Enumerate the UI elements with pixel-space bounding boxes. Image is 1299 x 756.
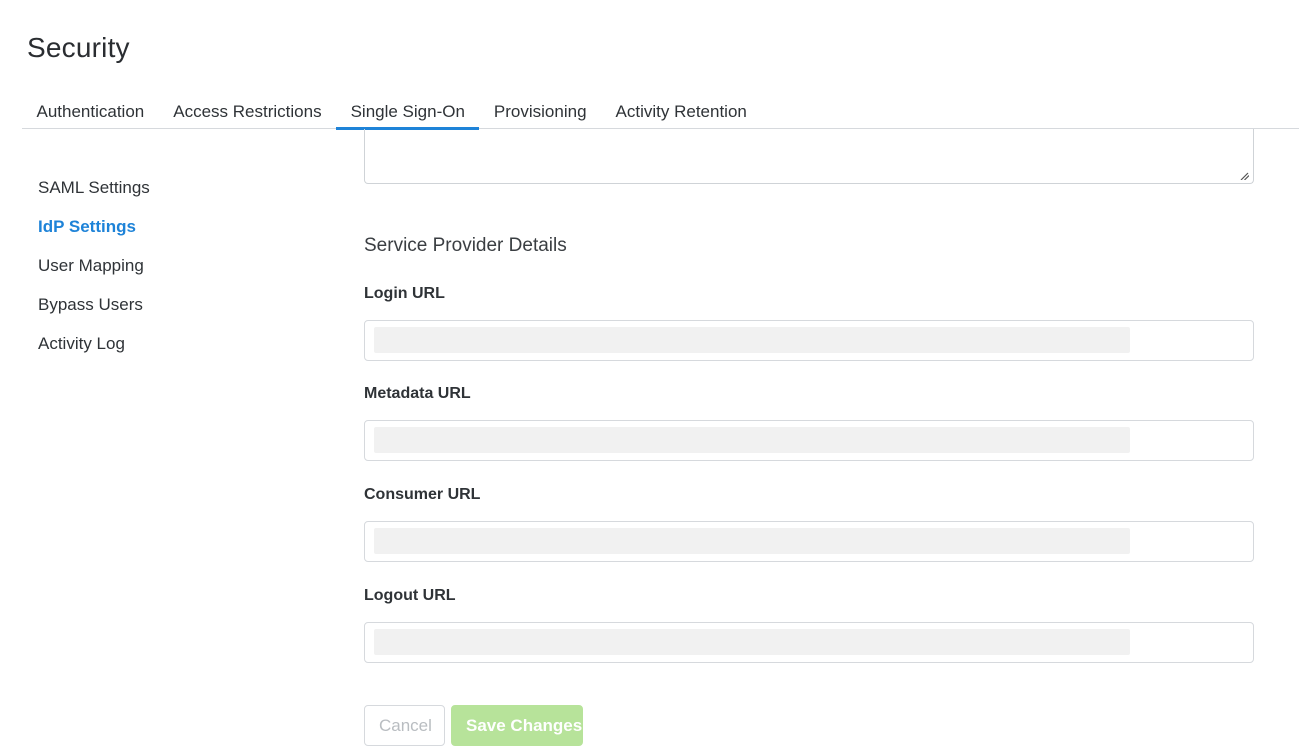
- certificate-textarea[interactable]: [364, 129, 1254, 184]
- login-url-value: [374, 327, 1130, 353]
- tab-activity-retention[interactable]: Activity Retention: [601, 96, 761, 128]
- tab-access-restrictions[interactable]: Access Restrictions: [159, 96, 336, 128]
- tab-bar: Authentication Access Restrictions Singl…: [22, 96, 1299, 130]
- metadata-url-label: Metadata URL: [364, 385, 471, 402]
- sidebar-item-bypass-users[interactable]: Bypass Users: [38, 293, 150, 332]
- logout-url-value: [374, 629, 1130, 655]
- metadata-url-field[interactable]: [364, 420, 1254, 461]
- tab-authentication[interactable]: Authentication: [22, 96, 159, 128]
- login-url-label: Login URL: [364, 285, 445, 302]
- tab-single-sign-on[interactable]: Single Sign-On: [336, 96, 480, 130]
- section-title-service-provider: Service Provider Details: [364, 235, 567, 256]
- sidebar-item-activity-log[interactable]: Activity Log: [38, 332, 150, 371]
- metadata-url-value: [374, 427, 1130, 453]
- logout-url-label: Logout URL: [364, 587, 456, 604]
- security-page: Security Authentication Access Restricti…: [0, 0, 1299, 756]
- tab-provisioning[interactable]: Provisioning: [479, 96, 601, 128]
- form-actions: Cancel Save Changes: [364, 705, 583, 746]
- cancel-button[interactable]: Cancel: [364, 705, 445, 746]
- logout-url-field[interactable]: [364, 622, 1254, 663]
- consumer-url-value: [374, 528, 1130, 554]
- resize-handle-icon[interactable]: [1239, 172, 1249, 180]
- login-url-field[interactable]: [364, 320, 1254, 361]
- sidebar-item-idp-settings[interactable]: IdP Settings: [38, 215, 150, 254]
- save-changes-button[interactable]: Save Changes: [451, 705, 583, 746]
- sidebar-nav: SAML Settings IdP Settings User Mapping …: [38, 176, 150, 371]
- page-title: Security: [27, 32, 130, 63]
- sidebar-item-user-mapping[interactable]: User Mapping: [38, 254, 150, 293]
- consumer-url-field[interactable]: [364, 521, 1254, 562]
- consumer-url-label: Consumer URL: [364, 486, 481, 503]
- sidebar-item-saml-settings[interactable]: SAML Settings: [38, 176, 150, 215]
